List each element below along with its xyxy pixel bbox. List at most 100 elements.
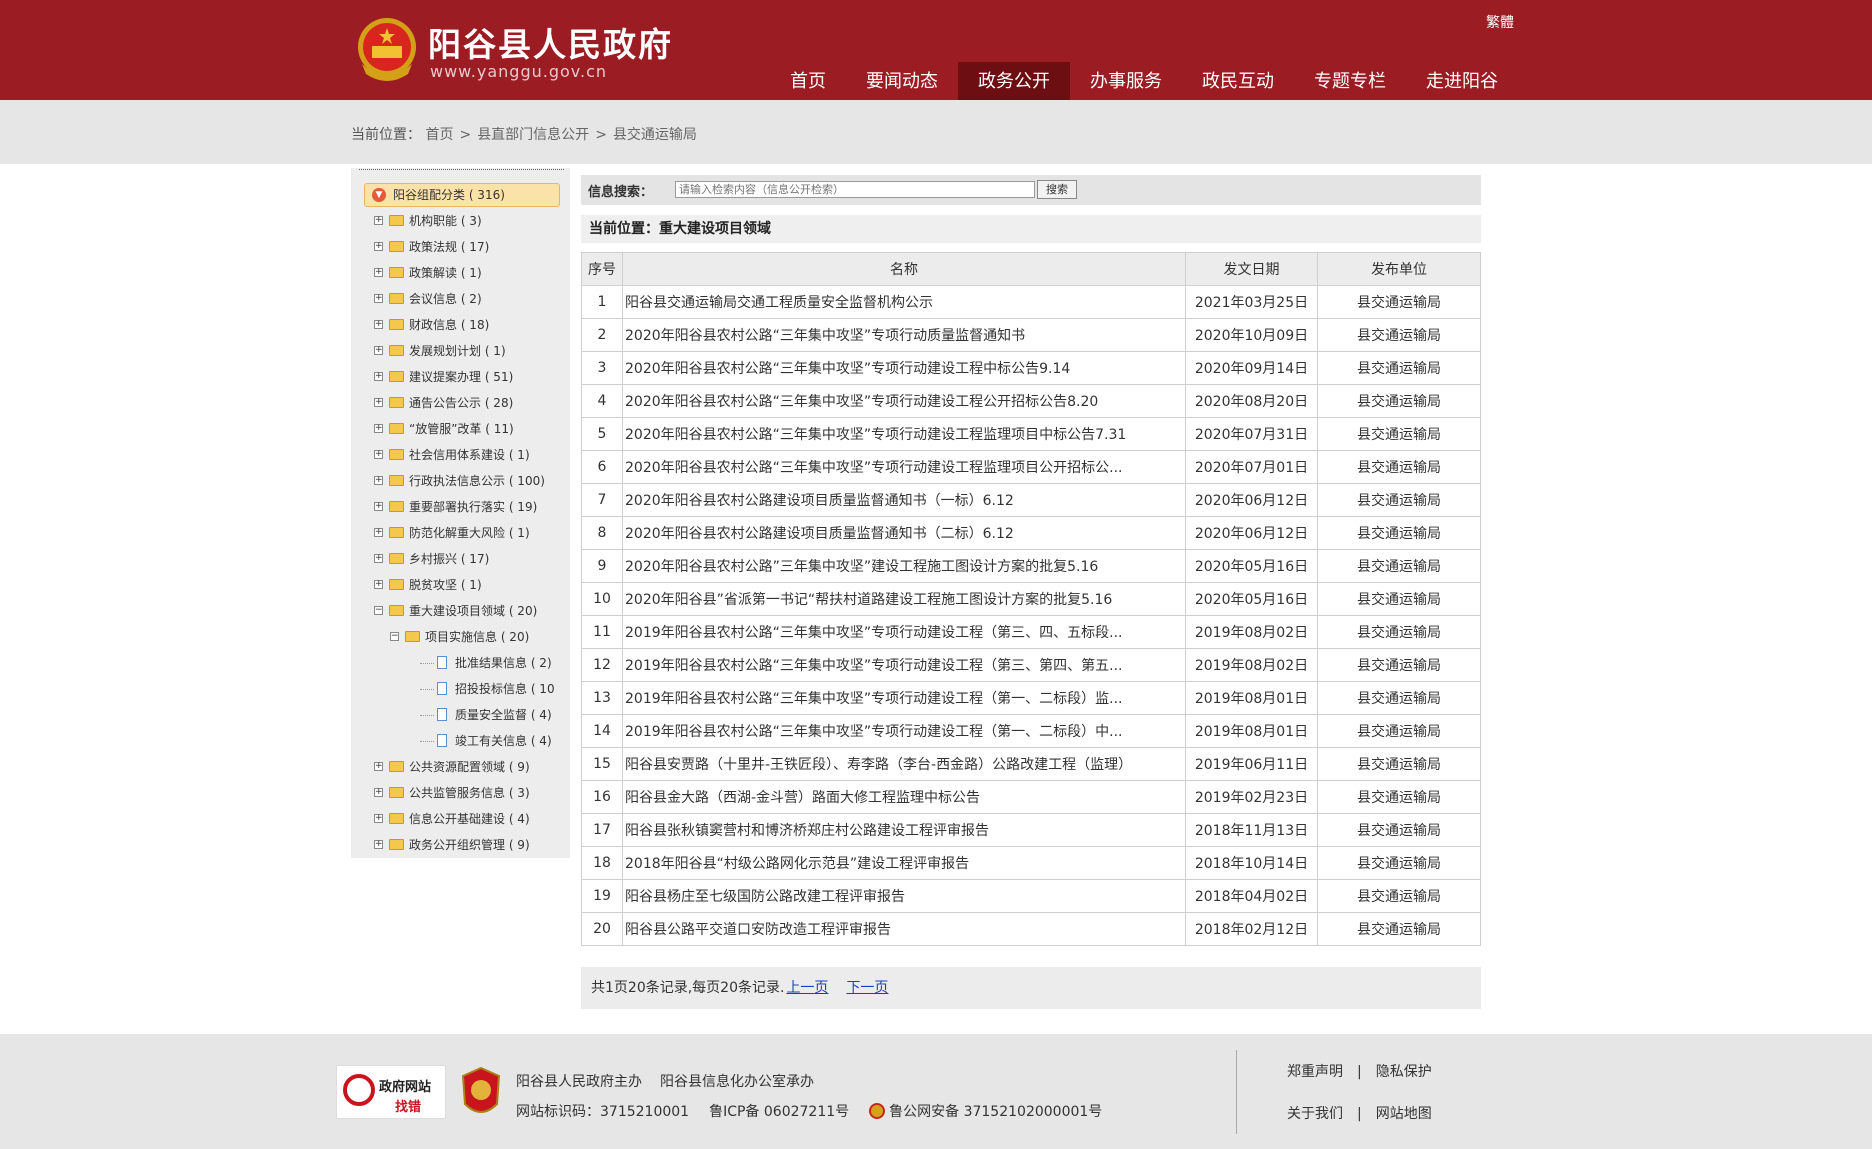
expand-plus-icon[interactable]: + <box>374 788 383 797</box>
expand-plus-icon[interactable]: + <box>374 762 383 771</box>
row-title-link[interactable]: 阳谷县安贾路（十里井-王铁匠段）、寿李路（李台-西金路）公路改建工程（监理） <box>622 747 1186 781</box>
table-row[interactable]: 8 2020年阳谷县农村公路建设项目质量监督通知书（二标）6.12 2020年06月… <box>581 516 1481 550</box>
breadcrumb-transport-bureau[interactable]: 县交通运输局 <box>613 127 697 143</box>
tree-item[interactable]: + 财政信息 ( 18) <box>374 315 489 335</box>
table-row[interactable]: 12 2019年阳谷县农村公路“三年集中攻坚”专项行动建设工程（第三、第四、第五.… <box>581 648 1481 682</box>
footer-link-sitemap[interactable]: 网站地图 <box>1376 1106 1432 1122</box>
tree-item[interactable]: + 通告公告公示 ( 28) <box>374 393 513 413</box>
collapse-minus-icon[interactable]: − <box>374 606 383 615</box>
report-error-badge[interactable]: 政府网站 找错 <box>336 1065 446 1119</box>
nav-gov-affairs[interactable]: 政务公开 <box>958 62 1070 100</box>
table-row[interactable]: 2 2020年阳谷县农村公路“三年集中攻坚”专项行动质量监督通知书 2020年10月… <box>581 318 1481 352</box>
footer-link-privacy[interactable]: 隐私保护 <box>1376 1064 1432 1080</box>
breadcrumb-home[interactable]: 首页 <box>425 127 453 143</box>
expand-plus-icon[interactable]: + <box>374 580 383 589</box>
tree-subitem-expanded[interactable]: − 项目实施信息 ( 20) <box>390 627 529 647</box>
tree-item[interactable]: + 会议信息 ( 2) <box>374 289 482 309</box>
breadcrumb-dept-info[interactable]: 县直部门信息公开 <box>477 127 589 143</box>
tree-leaf[interactable]: 质量安全监督 ( 4) <box>420 705 552 725</box>
row-title-link[interactable]: 2020年阳谷县农村公路“三年集中攻坚”专项行动建设工程公开招标公告8.20 <box>622 384 1186 418</box>
row-title-link[interactable]: 2019年阳谷县农村公路“三年集中攻坚”专项行动建设工程（第一、二标段）中... <box>622 714 1186 748</box>
table-row[interactable]: 1 阳谷县交通运输局交通工程质量安全监督机构公示 2021年03月25日 县交通运输局 <box>581 285 1481 319</box>
expand-plus-icon[interactable]: + <box>374 450 383 459</box>
expand-plus-icon[interactable]: + <box>374 372 383 381</box>
row-title-link[interactable]: 2019年阳谷县农村公路“三年集中攻坚”专项行动建设工程（第三、第四、第五... <box>622 648 1186 682</box>
row-title-link[interactable]: 2020年阳谷县农村公路建设项目质量监督通知书（一标）6.12 <box>622 483 1186 517</box>
tree-item[interactable]: + 防范化解重大风险 ( 1) <box>374 523 530 543</box>
nav-services[interactable]: 办事服务 <box>1070 62 1182 100</box>
expand-plus-icon[interactable]: + <box>374 398 383 407</box>
tree-leaf[interactable]: 招投投标信息 ( 10 <box>420 679 555 699</box>
table-row[interactable]: 4 2020年阳谷县农村公路“三年集中攻坚”专项行动建设工程公开招标公告8.20 2… <box>581 384 1481 418</box>
row-title-link[interactable]: 2018年阳谷县“村级公路网化示范县”建设工程评审报告 <box>622 846 1186 880</box>
tree-item-expanded[interactable]: − 重大建设项目领域 ( 20) <box>374 601 537 621</box>
tree-item[interactable]: + 政策解读 ( 1) <box>374 263 482 283</box>
row-title-link[interactable]: 阳谷县公路平交道口安防改造工程评审报告 <box>622 912 1186 946</box>
nav-home[interactable]: 首页 <box>770 62 846 100</box>
row-title-link[interactable]: 2020年阳谷县农村公路”三年集中攻坚”建设工程施工图设计方案的批复5.16 <box>622 549 1186 583</box>
prev-page-link[interactable]: 上一页 <box>786 980 828 996</box>
tree-item[interactable]: + 公共监管服务信息 ( 3) <box>374 783 530 803</box>
expand-plus-icon[interactable]: + <box>374 476 383 485</box>
row-title-link[interactable]: 2019年阳谷县农村公路“三年集中攻坚”专项行动建设工程（第三、四、五标段... <box>622 615 1186 649</box>
tree-item[interactable]: + 信息公开基础建设 ( 4) <box>374 809 530 829</box>
footer-link-statement[interactable]: 郑重声明 <box>1287 1064 1343 1080</box>
row-title-link[interactable]: 2020年阳谷县农村公路“三年集中攻坚”专项行动建设工程监理项目中标公告7.31 <box>622 417 1186 451</box>
tree-item[interactable]: + 政务公开组织管理 ( 9) <box>374 835 530 855</box>
tree-item[interactable]: + 社会信用体系建设 ( 1) <box>374 445 530 465</box>
tree-item[interactable]: + 政策法规 ( 17) <box>374 237 489 257</box>
table-row[interactable]: 20 阳谷县公路平交道口安防改造工程评审报告 2018年02月12日 县交通运输局 <box>581 912 1481 946</box>
next-page-link[interactable]: 下一页 <box>846 980 888 996</box>
tree-root[interactable]: ▼ 阳谷组配分类 ( 316) <box>364 183 560 207</box>
expand-plus-icon[interactable]: + <box>374 424 383 433</box>
row-title-link[interactable]: 2020年阳谷县农村公路“三年集中攻坚”专项行动建设工程监理项目公开招标公... <box>622 450 1186 484</box>
expand-plus-icon[interactable]: + <box>374 294 383 303</box>
expand-plus-icon[interactable]: + <box>374 554 383 563</box>
expand-plus-icon[interactable]: + <box>374 346 383 355</box>
table-row[interactable]: 9 2020年阳谷县农村公路”三年集中攻坚”建设工程施工图设计方案的批复5.16 2… <box>581 549 1481 583</box>
party-gov-badge-icon[interactable] <box>459 1066 503 1120</box>
tree-item[interactable]: + 发展规划计划 ( 1) <box>374 341 506 361</box>
footer-police[interactable]: 鲁公网安备 37152102000001号 <box>869 1101 1102 1121</box>
table-row[interactable]: 5 2020年阳谷县农村公路“三年集中攻坚”专项行动建设工程监理项目中标公告7.3… <box>581 417 1481 451</box>
table-row[interactable]: 15 阳谷县安贾路（十里井-王铁匠段）、寿李路（李台-西金路）公路改建工程（监理）… <box>581 747 1481 781</box>
nav-news[interactable]: 要闻动态 <box>846 62 958 100</box>
footer-link-about[interactable]: 关于我们 <box>1287 1106 1343 1122</box>
tree-item[interactable]: + 公共资源配置领域 ( 9) <box>374 757 530 777</box>
search-input[interactable] <box>675 181 1035 198</box>
row-title-link[interactable]: 阳谷县交通运输局交通工程质量安全监督机构公示 <box>622 285 1186 319</box>
traditional-chinese-link[interactable]: 繁體 <box>1486 12 1514 32</box>
row-title-link[interactable]: 2020年阳谷县农村公路“三年集中攻坚”专项行动质量监督通知书 <box>622 318 1186 352</box>
table-row[interactable]: 16 阳谷县金大路（西湖-金斗营）路面大修工程监理中标公告 2019年02月23日县… <box>581 780 1481 814</box>
collapse-circle-icon[interactable]: ▼ <box>372 188 386 202</box>
expand-plus-icon[interactable]: + <box>374 502 383 511</box>
collapse-minus-icon[interactable]: − <box>390 632 399 641</box>
row-title-link[interactable]: 阳谷县张秋镇窦营村和博济桥郑庄村公路建设工程评审报告 <box>622 813 1186 847</box>
tree-leaf[interactable]: 批准结果信息 ( 2) <box>420 653 552 673</box>
national-emblem-icon[interactable] <box>356 16 418 82</box>
tree-item[interactable]: + 行政执法信息公示 ( 100) <box>374 471 545 491</box>
tree-item[interactable]: + 乡村振兴 ( 17) <box>374 549 489 569</box>
site-title[interactable]: 阳谷县人民政府 <box>428 18 673 66</box>
expand-plus-icon[interactable]: + <box>374 840 383 849</box>
nav-about-yanggu[interactable]: 走进阳谷 <box>1406 62 1518 100</box>
expand-plus-icon[interactable]: + <box>374 320 383 329</box>
row-title-link[interactable]: 2020年阳谷县”省派第一书记“帮扶村道路建设工程施工图设计方案的批复5.16 <box>622 582 1186 616</box>
table-row[interactable]: 6 2020年阳谷县农村公路“三年集中攻坚”专项行动建设工程监理项目公开招标公..… <box>581 450 1481 484</box>
row-title-link[interactable]: 2020年阳谷县农村公路建设项目质量监督通知书（二标）6.12 <box>622 516 1186 550</box>
row-title-link[interactable]: 2019年阳谷县农村公路“三年集中攻坚”专项行动建设工程（第一、二标段）监... <box>622 681 1186 715</box>
tree-item[interactable]: + “放管服”改革 ( 11) <box>374 419 514 439</box>
tree-leaf[interactable]: 竣工有关信息 ( 4) <box>420 731 552 751</box>
table-row[interactable]: 18 2018年阳谷县“村级公路网化示范县”建设工程评审报告 2018年10月14日… <box>581 846 1481 880</box>
expand-plus-icon[interactable]: + <box>374 268 383 277</box>
row-title-link[interactable]: 2020年阳谷县农村公路“三年集中攻坚”专项行动建设工程中标公告9.14 <box>622 351 1186 385</box>
table-row[interactable]: 17 阳谷县张秋镇窦营村和博济桥郑庄村公路建设工程评审报告 2018年11月13日县… <box>581 813 1481 847</box>
table-row[interactable]: 11 2019年阳谷县农村公路“三年集中攻坚”专项行动建设工程（第三、四、五标段.… <box>581 615 1481 649</box>
search-button[interactable]: 搜索 <box>1037 180 1077 199</box>
table-row[interactable]: 14 2019年阳谷县农村公路“三年集中攻坚”专项行动建设工程（第一、二标段）中.… <box>581 714 1481 748</box>
table-row[interactable]: 7 2020年阳谷县农村公路建设项目质量监督通知书（一标）6.12 2020年06月… <box>581 483 1481 517</box>
expand-plus-icon[interactable]: + <box>374 528 383 537</box>
tree-item[interactable]: + 重要部署执行落实 ( 19) <box>374 497 537 517</box>
expand-plus-icon[interactable]: + <box>374 814 383 823</box>
nav-topics[interactable]: 专题专栏 <box>1294 62 1406 100</box>
